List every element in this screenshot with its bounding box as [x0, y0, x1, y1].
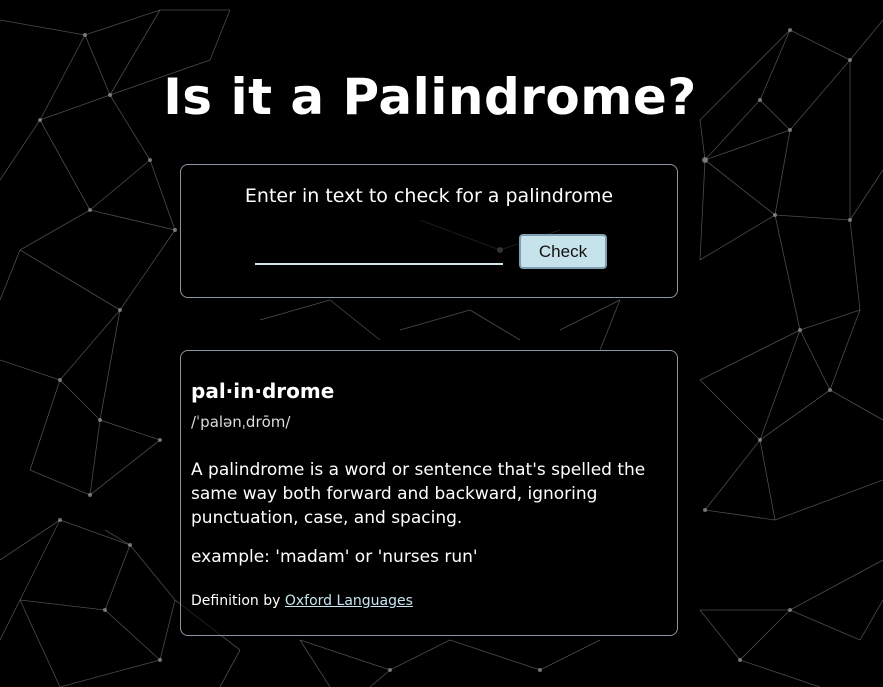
page-background: Is it a Palindrome? Enter in text to che…: [0, 0, 883, 687]
palindrome-checker-card: Enter in text to check for a palindrome …: [180, 164, 678, 298]
definition-pronunciation: /ˈpalənˌdrōm/: [191, 413, 291, 431]
definition-example: example: 'madam' or 'nurses run': [191, 547, 478, 567]
check-button[interactable]: Check: [519, 234, 607, 269]
definition-attribution: Definition by Oxford Languages: [191, 593, 413, 609]
oxford-languages-link[interactable]: Oxford Languages: [285, 593, 413, 609]
definition-text: A palindrome is a word or sentence that'…: [191, 460, 646, 528]
definition-word: pal·in·drome: [191, 379, 335, 403]
page-title: Is it a Palindrome?: [163, 68, 697, 126]
checker-prompt: Enter in text to check for a palindrome: [244, 185, 614, 207]
definition-card: pal·in·drome /ˈpalənˌdrōm/ A palindrome …: [180, 350, 678, 636]
attribution-prefix: Definition by: [191, 593, 281, 609]
palindrome-text-input[interactable]: [255, 241, 503, 265]
